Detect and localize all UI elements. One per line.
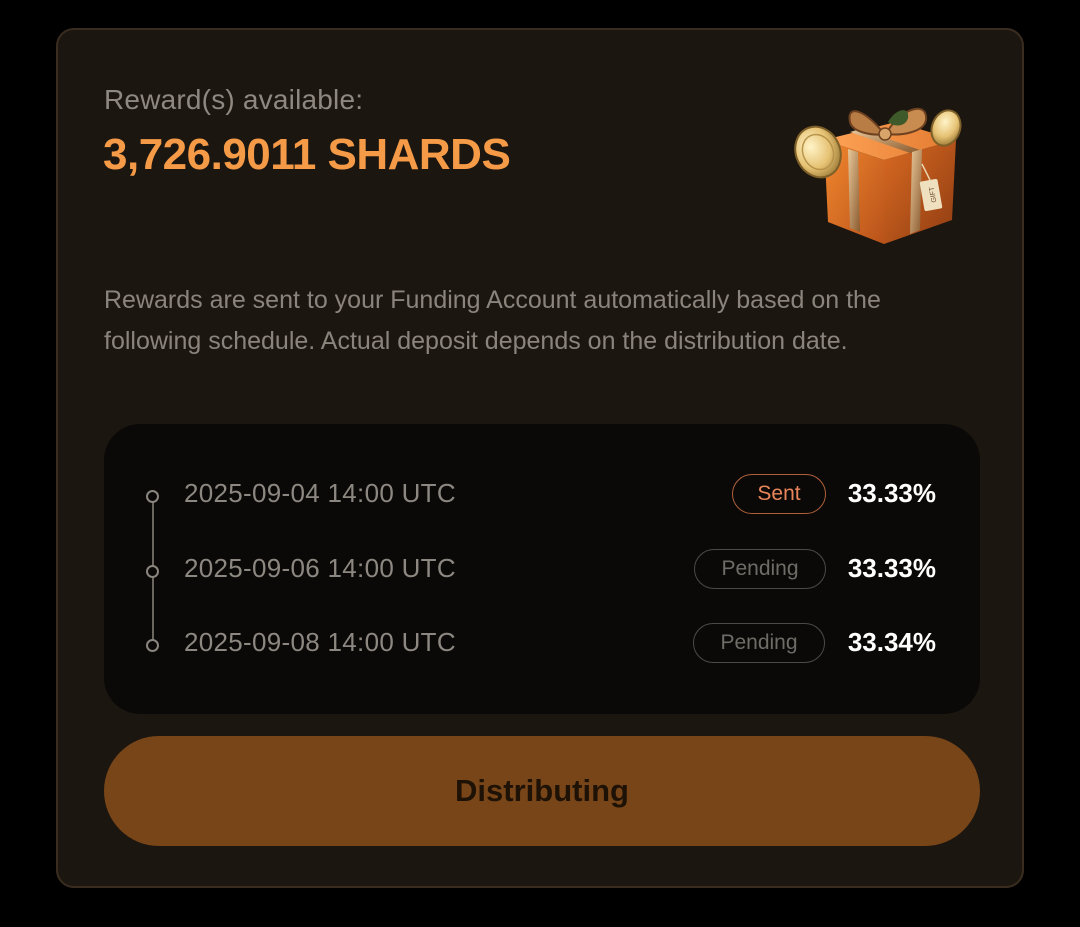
timeline-dot-icon (146, 490, 159, 503)
schedule-percent: 33.33% (847, 553, 936, 583)
rewards-description: Rewards are sent to your Funding Account… (104, 286, 881, 355)
schedule-row: 2025-09-06 14:00 UTC Pending 33.33% (104, 547, 980, 597)
timeline-dot-icon (146, 639, 159, 652)
schedule-date: 2025-09-08 14:00 UTC (184, 627, 456, 657)
distributing-button[interactable]: Distributing (104, 736, 980, 846)
schedule-date: 2025-09-04 14:00 UTC (184, 478, 456, 508)
schedule-row: 2025-09-04 14:00 UTC Sent 33.33% (104, 472, 980, 522)
status-badge-pending: Pending (694, 549, 826, 589)
status-badge-pending: Pending (693, 623, 825, 663)
rewards-amount: 3,726.9011 SHARDS (103, 130, 511, 179)
schedule-date: 2025-09-06 14:00 UTC (184, 553, 456, 583)
status-badge-sent: Sent (732, 474, 826, 514)
gift-box-with-coins-icon: GIFT (794, 107, 962, 244)
schedule-percent: 33.33% (847, 478, 936, 508)
schedule-percent: 33.34% (847, 627, 936, 657)
timeline-dot-icon (146, 565, 159, 578)
rewards-card: Reward(s) available: 3,726.9011 SHARDS G… (56, 28, 1024, 888)
distribution-schedule: 2025-09-04 14:00 UTC Sent 33.33% 2025-09… (104, 424, 980, 714)
rewards-available-label: Reward(s) available: (104, 84, 364, 115)
schedule-row: 2025-09-08 14:00 UTC Pending 33.34% (104, 621, 980, 671)
